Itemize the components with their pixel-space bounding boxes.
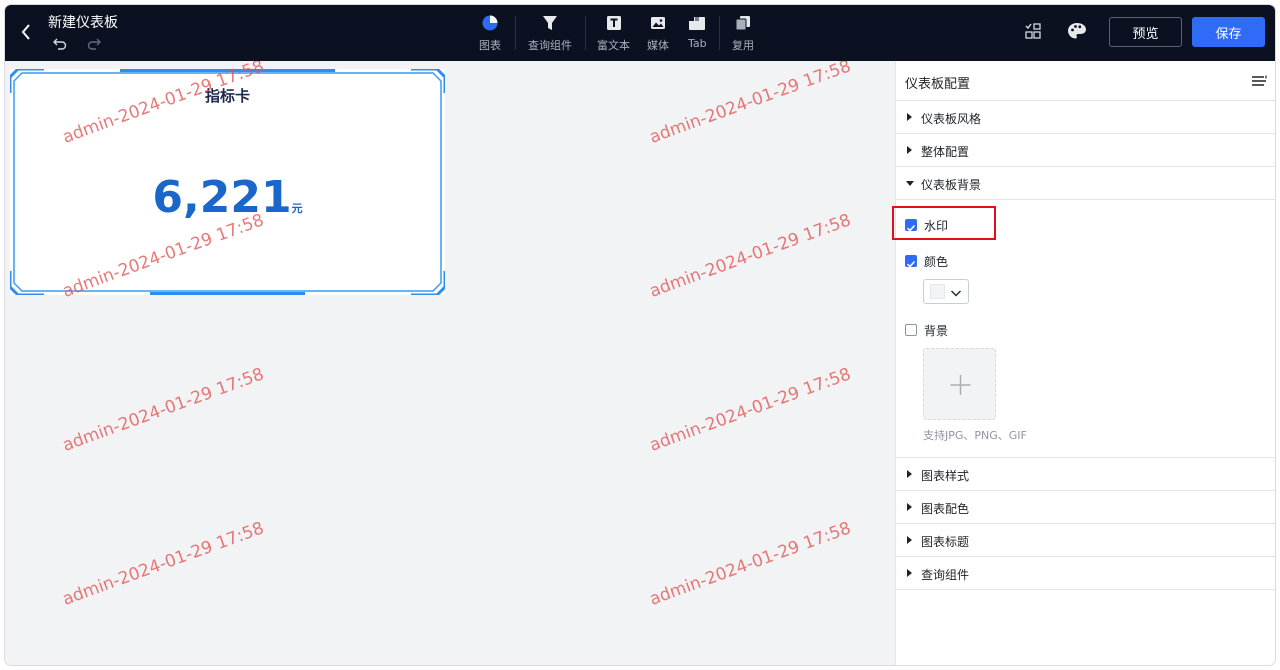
layout-check-icon[interactable] bbox=[1022, 20, 1044, 42]
section-chart-title[interactable]: 图表标题 bbox=[896, 524, 1275, 557]
config-panel: 仪表板配置 仪表板风格 整体配置 仪表板背景 水印 颜色 背景 支持JPG、PN… bbox=[892, 61, 1275, 665]
watermark-text: admin-2024-01-29 17:58 bbox=[647, 61, 854, 148]
redo-icon[interactable] bbox=[86, 35, 102, 51]
toolbar-divider bbox=[515, 16, 516, 50]
background-settings: 水印 颜色 背景 支持JPG、PNG、GIF bbox=[892, 200, 1275, 458]
watermark-text: admin-2024-01-29 17:58 bbox=[60, 518, 267, 610]
section-overall-config[interactable]: 整体配置 bbox=[896, 134, 1275, 167]
watermark-text: admin-2024-01-29 17:58 bbox=[647, 364, 854, 456]
toolbar-tab[interactable]: Tab bbox=[688, 13, 707, 55]
plus-icon bbox=[950, 375, 971, 395]
caret-right-icon bbox=[907, 503, 912, 511]
toolbar-divider bbox=[719, 16, 720, 50]
color-checkbox[interactable] bbox=[905, 255, 917, 268]
watermark-text: admin-2024-01-29 17:58 bbox=[60, 364, 267, 456]
save-button[interactable]: 保存 bbox=[1192, 17, 1265, 47]
section-chart-colors[interactable]: 图表配色 bbox=[896, 491, 1275, 524]
toolbar-chart[interactable]: 图表 bbox=[479, 13, 501, 55]
metric-value: 6,221 bbox=[152, 172, 292, 223]
toolbar-query-component[interactable]: 查询组件 bbox=[528, 13, 572, 55]
dashboard-title[interactable]: 新建仪表板 bbox=[48, 12, 118, 32]
preview-button[interactable]: 预览 bbox=[1109, 17, 1182, 47]
toolbar-rich-text[interactable]: 富文本 bbox=[597, 13, 630, 55]
metric-unit: 元 bbox=[291, 202, 303, 215]
section-chart-style[interactable]: 图表样式 bbox=[896, 458, 1275, 491]
background-checkbox[interactable] bbox=[905, 324, 917, 336]
watermark-text: admin-2024-01-29 17:58 bbox=[647, 518, 854, 610]
caret-right-icon bbox=[907, 113, 912, 121]
background-label: 背景 bbox=[924, 324, 949, 338]
color-picker-select[interactable] bbox=[923, 279, 969, 304]
pie-chart-icon bbox=[481, 13, 499, 33]
dashboard-canvas[interactable]: 指标卡 6,221元 admin-2024-01-29 17:58 admin-… bbox=[5, 61, 895, 665]
image-icon bbox=[650, 13, 666, 33]
back-icon[interactable] bbox=[15, 19, 37, 45]
app-window: 新建仪表板 图表 查询组件 富文本 媒体 Tab 复用 预览 保存 指标卡 6,… bbox=[5, 5, 1275, 665]
toolbar-media[interactable]: 媒体 bbox=[647, 13, 669, 55]
undo-icon[interactable] bbox=[52, 35, 68, 51]
chevron-down-icon bbox=[949, 285, 963, 299]
text-icon bbox=[606, 13, 622, 33]
filter-icon bbox=[542, 13, 558, 33]
toolbar-reuse[interactable]: 复用 bbox=[732, 13, 754, 55]
background-upload[interactable] bbox=[923, 348, 996, 420]
toolbar-divider bbox=[585, 16, 586, 50]
watermark-text: admin-2024-01-29 17:58 bbox=[647, 210, 854, 302]
color-swatch bbox=[930, 284, 945, 299]
panel-title: 仪表板配置 bbox=[905, 77, 971, 92]
caret-right-icon bbox=[907, 470, 912, 478]
card-metric: 6,221元 bbox=[10, 172, 445, 223]
card-title: 指标卡 bbox=[204, 87, 250, 105]
caret-right-icon bbox=[907, 569, 912, 577]
collapse-menu-icon[interactable] bbox=[1251, 73, 1267, 89]
section-dashboard-background[interactable]: 仪表板背景 bbox=[896, 167, 1275, 200]
upload-hint: 支持JPG、PNG、GIF bbox=[923, 429, 1027, 442]
panel-header: 仪表板配置 bbox=[896, 61, 1275, 101]
top-bar: 新建仪表板 图表 查询组件 富文本 媒体 Tab 复用 预览 保存 bbox=[5, 5, 1275, 61]
watermark-label: 水印 bbox=[924, 219, 949, 233]
caret-down-icon bbox=[906, 181, 914, 186]
section-query-component[interactable]: 查询组件 bbox=[896, 557, 1275, 590]
tab-icon bbox=[688, 13, 706, 33]
copy-icon bbox=[735, 13, 751, 33]
theme-palette-icon[interactable] bbox=[1066, 20, 1088, 42]
watermark-checkbox[interactable] bbox=[905, 219, 917, 232]
color-label: 颜色 bbox=[924, 255, 949, 269]
caret-right-icon bbox=[907, 146, 912, 154]
caret-right-icon bbox=[907, 536, 912, 544]
kpi-card[interactable]: 指标卡 6,221元 bbox=[10, 69, 445, 295]
section-dashboard-style[interactable]: 仪表板风格 bbox=[896, 101, 1275, 134]
